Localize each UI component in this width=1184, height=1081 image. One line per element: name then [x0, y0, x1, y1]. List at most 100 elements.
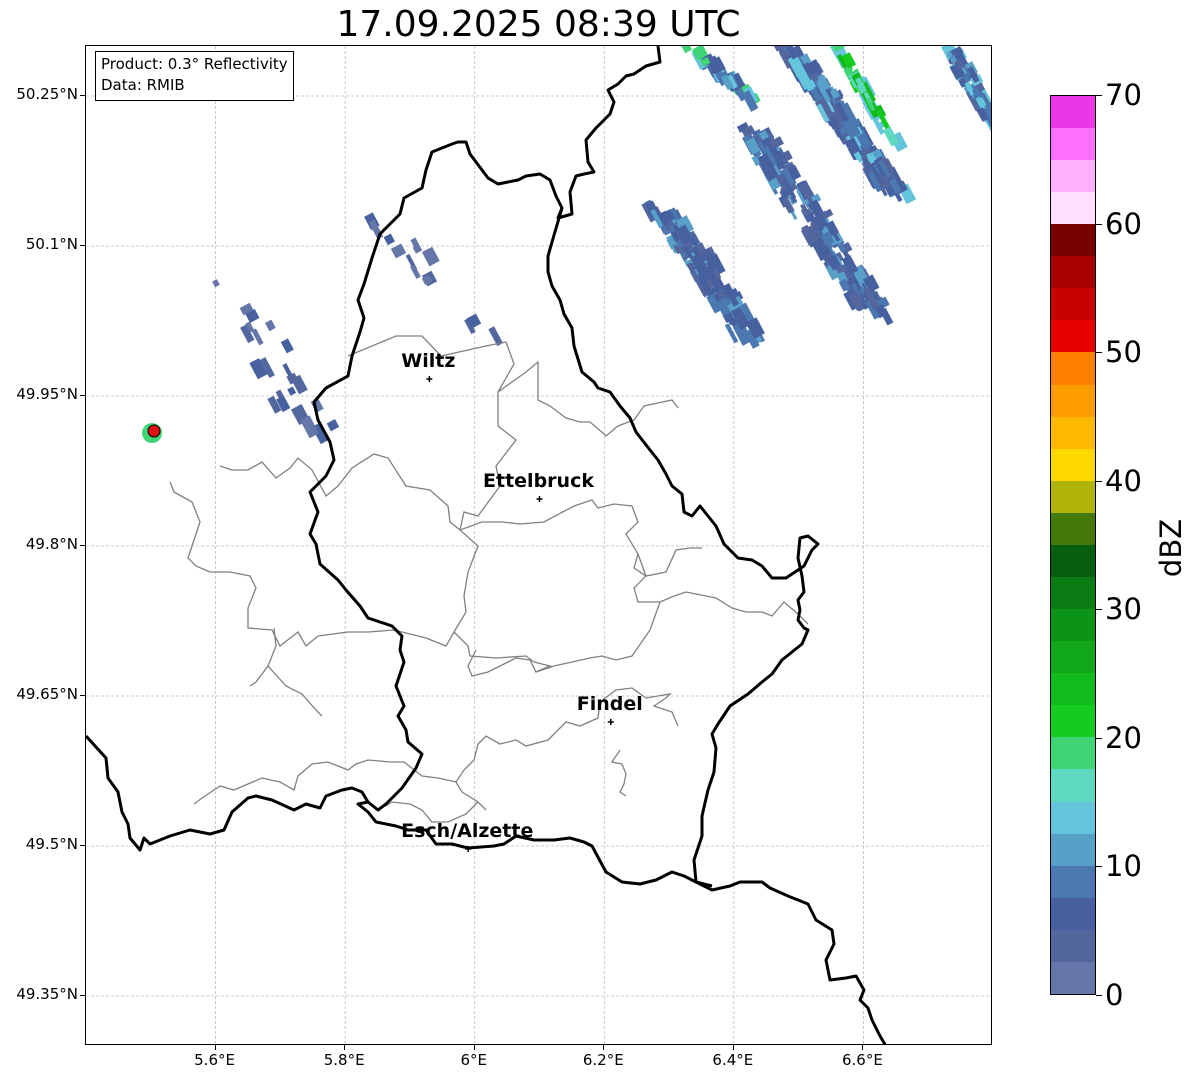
colorbar-segment — [1051, 801, 1095, 834]
echo-cell — [265, 319, 276, 332]
colorbar-segment — [1051, 159, 1095, 193]
echo-cell — [383, 233, 395, 246]
city-label: Esch/Alzette — [401, 820, 534, 842]
city-label: Wiltz — [401, 350, 456, 372]
lon-tick — [473, 1045, 475, 1050]
lon-tick — [344, 1045, 346, 1050]
colorbar-segment — [1051, 320, 1095, 353]
colorbar-tick-label: 10 — [1105, 849, 1142, 884]
colorbar-segment — [1051, 95, 1095, 128]
echo-cell — [280, 338, 294, 354]
lon-tick — [603, 1045, 605, 1050]
city-label: Findel — [576, 693, 643, 715]
colorbar-segment — [1051, 256, 1095, 289]
product-label: Product: 0.3° Reflectivity — [101, 55, 288, 73]
radar-echoes — [212, 46, 992, 445]
lon-tick-label: 6.4°E — [712, 1051, 754, 1069]
colorbar-segment — [1051, 192, 1095, 225]
colorbar-segment — [1051, 224, 1095, 257]
colorbar-segment — [1051, 480, 1095, 513]
canton-boundaries — [169, 335, 809, 823]
echo-cell — [680, 46, 693, 54]
colorbar-unit-label: dBZ — [1154, 518, 1184, 578]
city-marker — [426, 376, 433, 382]
lat-tick — [80, 245, 85, 246]
colorbar-segment — [1051, 897, 1095, 930]
echo-cell — [421, 246, 440, 267]
colorbar-segment — [1051, 416, 1095, 449]
colorbar-tick — [1096, 995, 1102, 996]
lon-tick-label: 6.2°E — [582, 1051, 624, 1069]
colorbar-tick — [1096, 737, 1102, 739]
lat-tick-label: 49.8°N — [25, 535, 78, 553]
colorbar-segment — [1051, 961, 1095, 994]
echo-cell — [410, 264, 421, 279]
colorbar-segment — [1051, 288, 1095, 321]
colorbar-tick — [1096, 352, 1102, 354]
echo-cell — [287, 386, 297, 396]
lat-tick — [80, 995, 85, 996]
colorbar-segment — [1051, 737, 1095, 770]
colorbar-tick-label: 30 — [1105, 592, 1142, 627]
colorbar-tick — [1096, 480, 1102, 482]
lat-tick-label: 49.65°N — [16, 685, 78, 703]
colorbar-segment — [1051, 127, 1095, 160]
colorbar-segment — [1051, 448, 1095, 481]
lon-tick — [732, 1045, 734, 1050]
lat-tick-label: 49.35°N — [16, 985, 78, 1003]
colorbar-segment — [1051, 929, 1095, 962]
lon-tick — [862, 1045, 864, 1050]
colorbar-tick — [1096, 95, 1102, 96]
colorbar-segment — [1051, 544, 1095, 577]
lat-tick — [80, 395, 85, 396]
colorbar-segment — [1051, 641, 1095, 674]
colorbar-segment — [1051, 512, 1095, 545]
radar-map[interactable] — [85, 45, 992, 1045]
lat-tick-label: 49.5°N — [25, 835, 78, 853]
lon-tick-label: 6.6°E — [842, 1051, 883, 1069]
lon-tick-label: 5.8°E — [323, 1051, 365, 1069]
lat-tick — [80, 95, 85, 96]
echo-cell — [991, 115, 992, 138]
colorbar-tick — [1096, 866, 1102, 868]
colorbar-segment — [1051, 609, 1095, 642]
lat-tick — [80, 845, 85, 846]
lat-tick — [80, 545, 85, 546]
map-title: 17.09.2025 08:39 UTC — [336, 4, 741, 45]
product-info-box: Product: 0.3° Reflectivity Data: RMIB — [95, 51, 294, 101]
data-source-label: Data: RMIB — [101, 76, 185, 94]
lat-tick-label: 50.1°N — [25, 235, 78, 253]
colorbar-segment — [1051, 576, 1095, 610]
colorbar-segment — [1051, 769, 1095, 802]
country-borders — [86, 46, 887, 1044]
colorbar-tick — [1096, 609, 1102, 611]
lat-tick-label: 49.95°N — [16, 385, 78, 403]
colorbar-segment — [1051, 833, 1095, 866]
colorbar-tick-label: 40 — [1105, 463, 1142, 498]
echo-cell — [212, 279, 220, 288]
lon-tick — [214, 1045, 216, 1050]
colorbar-tick-label: 60 — [1105, 206, 1142, 241]
city-marker — [536, 496, 543, 502]
colorbar-segment — [1051, 673, 1095, 706]
echo-cell — [326, 419, 340, 432]
colorbar-segment — [1051, 352, 1095, 385]
city-markers — [426, 376, 614, 852]
colorbar-tick — [1096, 223, 1102, 225]
colorbar-segment — [1051, 384, 1095, 417]
colorbar-tick-label: 20 — [1105, 720, 1142, 755]
lon-tick-label: 5.6°E — [194, 1051, 235, 1069]
echo-cell — [991, 114, 992, 132]
colorbar-segment — [1051, 865, 1095, 898]
colorbar-segment — [1051, 705, 1095, 738]
city-label: Ettelbruck — [483, 470, 594, 492]
lat-tick — [80, 695, 85, 696]
colorbar-tick-label: 50 — [1105, 335, 1142, 370]
colorbar-tick-label: 0 — [1105, 978, 1124, 1012]
reflectivity-colorbar — [1050, 95, 1096, 995]
lat-tick-label: 50.25°N — [16, 85, 78, 103]
lon-tick-label: 6°E — [460, 1051, 487, 1069]
colorbar-tick-label: 70 — [1105, 78, 1142, 112]
map-canvas — [86, 46, 992, 1044]
radar-site-dot — [147, 424, 161, 438]
